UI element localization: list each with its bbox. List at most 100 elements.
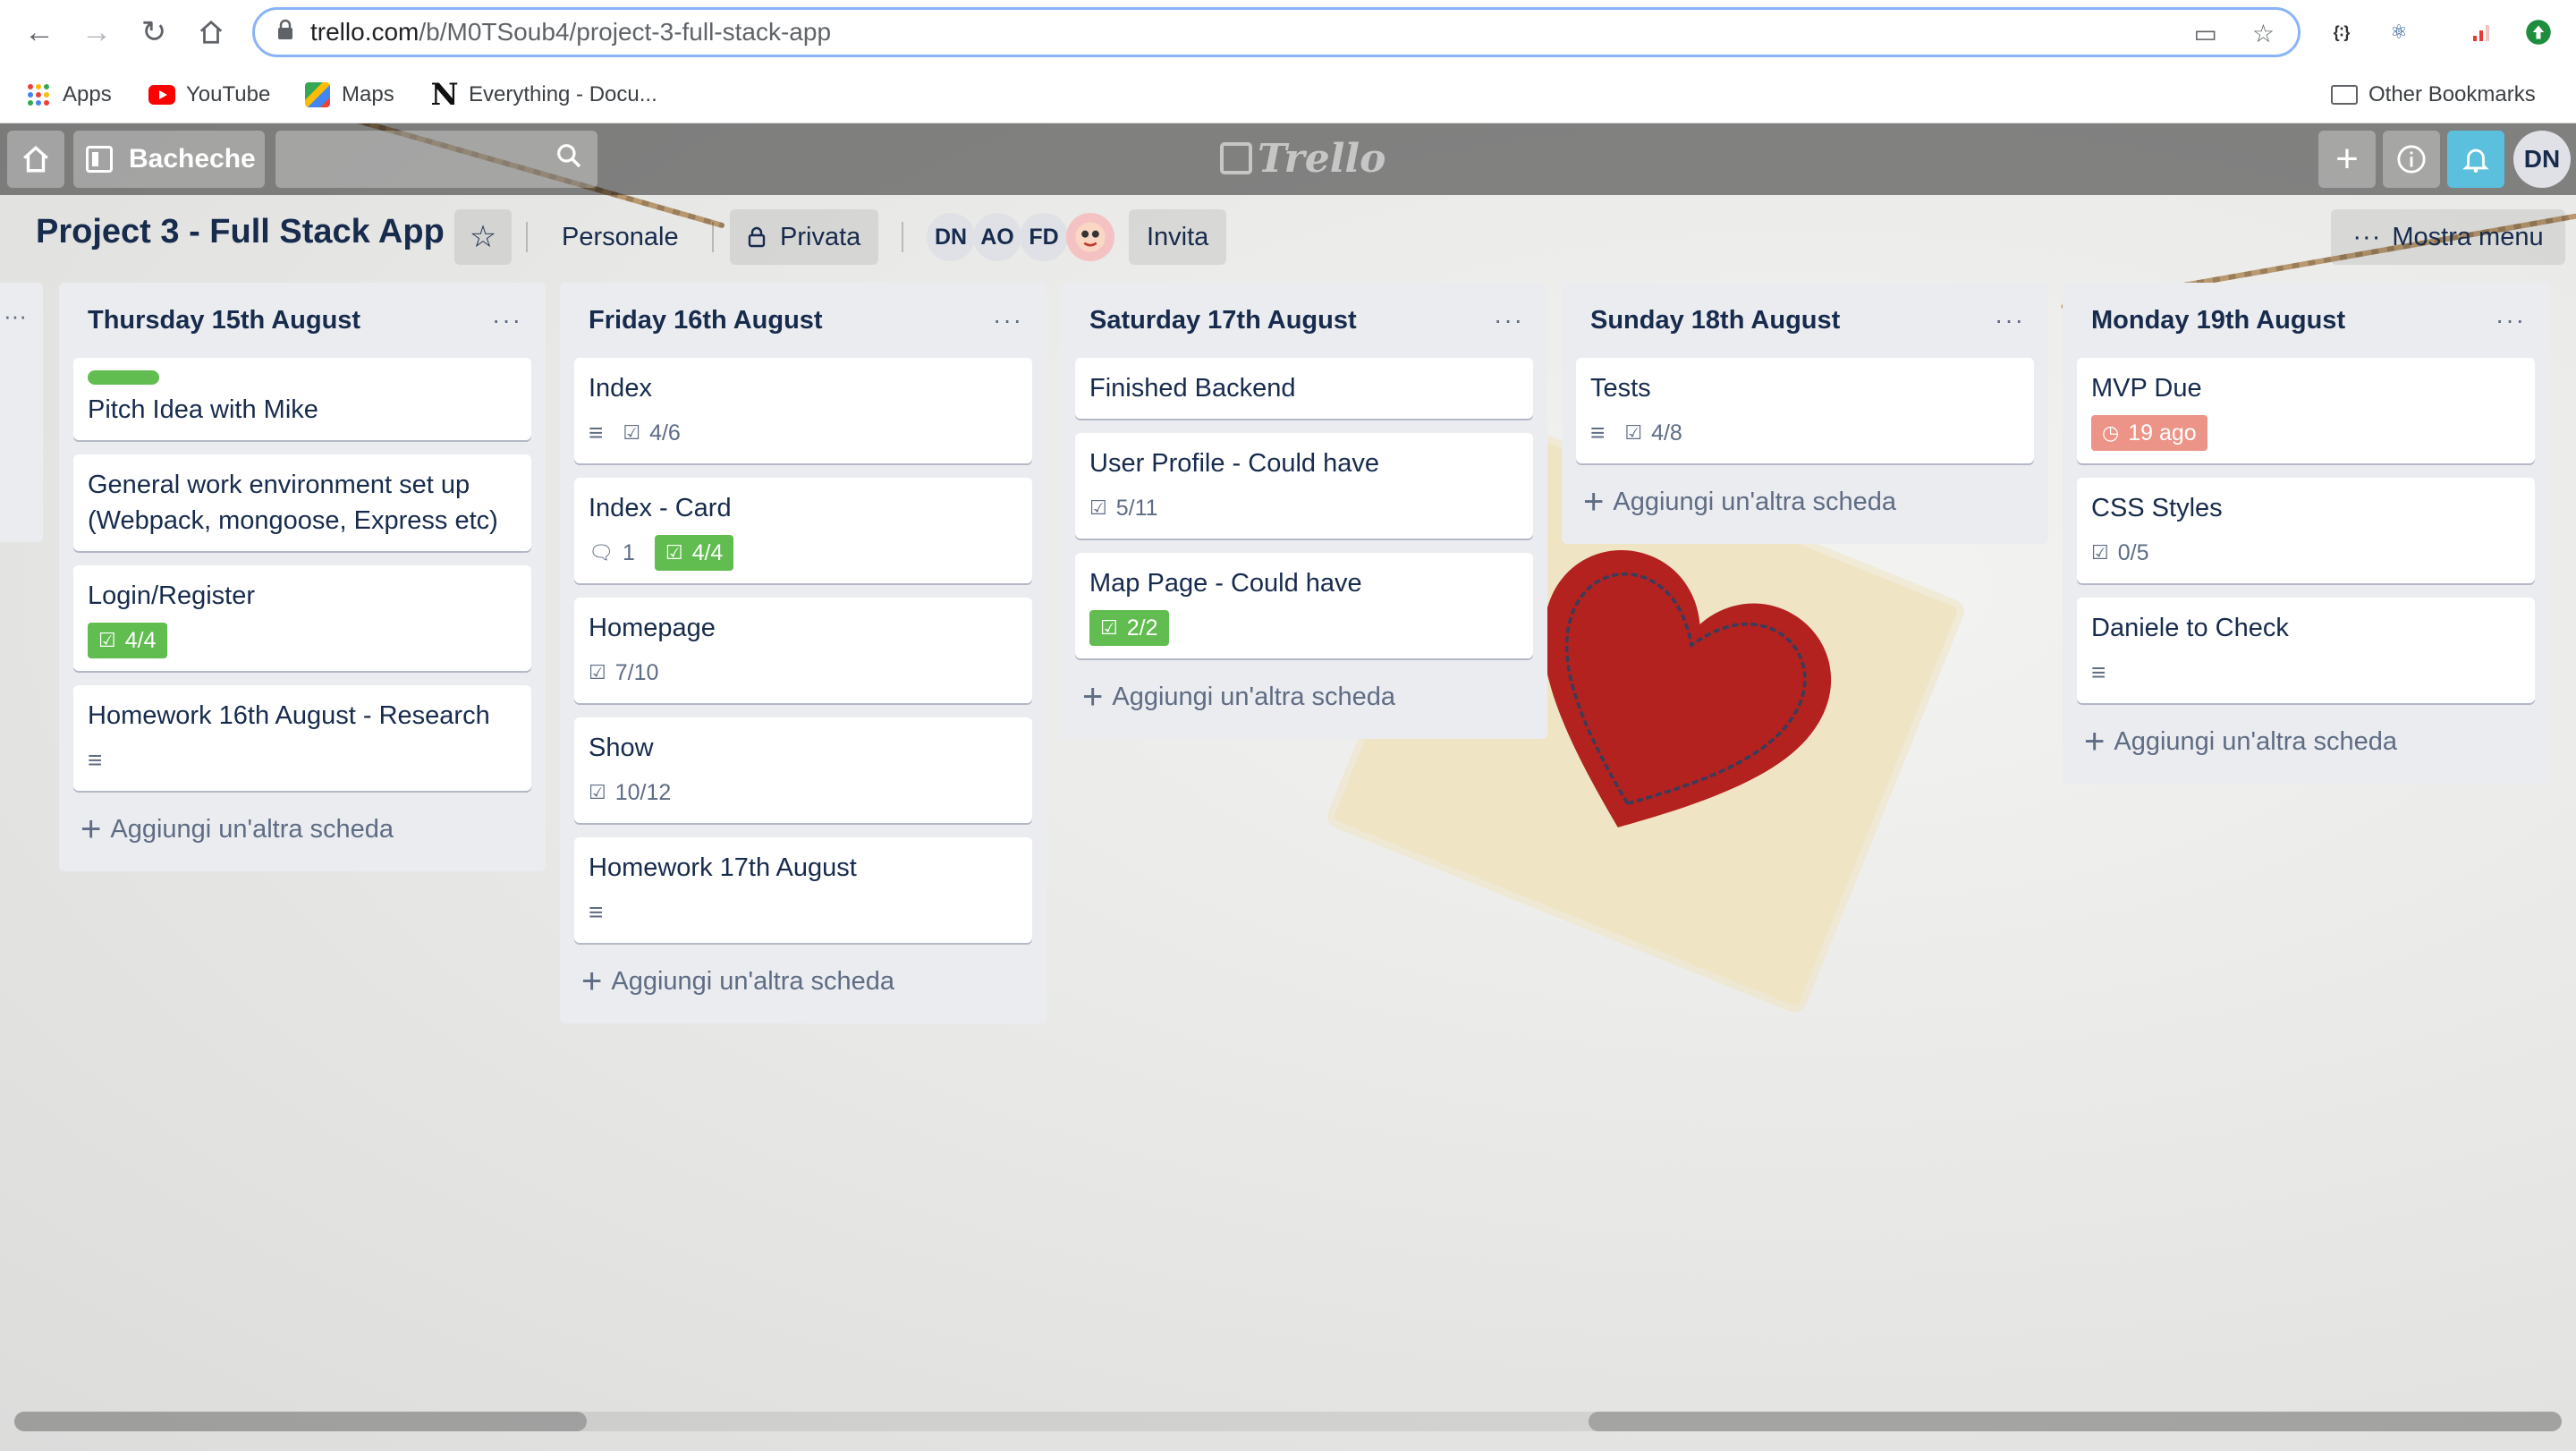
checklist-badge: ☑ 5/11 — [1089, 490, 1158, 526]
list-header[interactable]: Sunday 18th August ··· — [1576, 283, 2034, 358]
card[interactable]: Daniele to Check ≡ — [2077, 598, 2535, 703]
list-header[interactable]: Thursday 15th August ··· — [73, 283, 531, 358]
member-avatar-photo[interactable] — [1066, 213, 1114, 261]
card[interactable]: MVP Due ◷ 19 ago — [2077, 358, 2535, 463]
boards-button[interactable]: Bacheche — [73, 131, 265, 188]
list-menu-icon[interactable]: ··· — [993, 306, 1032, 335]
info-button[interactable] — [2383, 131, 2440, 188]
card[interactable]: Map Page - Could have ☑ 2/2 — [1075, 553, 1533, 658]
address-bar[interactable]: trello.com/b/M0TSoub4/project-3-full-sta… — [252, 7, 2301, 57]
description-icon: ≡ — [589, 419, 604, 446]
horizontal-scrollbar[interactable] — [14, 1412, 2562, 1431]
card-badges: ≡ — [589, 895, 1018, 930]
list-menu-icon[interactable]: ··· — [2496, 306, 2535, 335]
react-devtools-icon[interactable]: ⚛ — [2383, 16, 2415, 48]
checklist-badge: ☑ 4/4 — [654, 535, 734, 571]
card[interactable]: Tests ≡ ☑ 4/8 — [1576, 358, 2034, 463]
star-bookmark-icon[interactable]: ☆ — [2252, 19, 2275, 48]
other-bookmarks-label: Other Bookmarks — [2368, 82, 2536, 106]
back-arrow-icon[interactable]: ← — [20, 13, 59, 52]
list-friday: Friday 16th August ··· Index ≡ ☑ 4/6 Inde… — [560, 283, 1046, 1023]
card[interactable]: Homepage ☑ 7/10 — [574, 598, 1032, 703]
team-button[interactable]: Personale — [544, 209, 697, 265]
maps-icon — [304, 81, 331, 108]
add-card-button[interactable]: + Aggiungi un'altra scheda — [1576, 478, 2034, 526]
stats-extension-icon[interactable] — [2465, 16, 2497, 48]
member-avatar[interactable]: DN — [927, 213, 975, 261]
card-badges: ☑ 10/12 — [589, 775, 1018, 810]
other-bookmarks[interactable]: Other Bookmarks — [2331, 79, 2536, 111]
scrollbar-thumb[interactable] — [14, 1412, 587, 1431]
card-badges: 🗨 1 ☑ 4/4 — [589, 535, 1018, 571]
bookmark-label: Apps — [63, 82, 112, 106]
due-date-badge[interactable]: ◷ 19 ago — [2091, 415, 2207, 451]
cast-icon[interactable]: ▭ — [2194, 19, 2217, 48]
reload-icon[interactable]: ↻ — [134, 13, 174, 52]
bookmark-notion[interactable]: N Everything - Docu... — [430, 77, 657, 113]
show-menu-button[interactable]: ··· Mostra menu — [2331, 209, 2565, 265]
add-card-label: Aggiungi un'altra scheda — [1112, 682, 1396, 711]
card[interactable]: Homework 17th August ≡ — [574, 837, 1032, 943]
list-header[interactable]: Friday 16th August ··· — [574, 283, 1032, 358]
search-input[interactable] — [275, 131, 597, 188]
bookmark-apps[interactable]: Apps — [25, 79, 112, 111]
add-card-button[interactable]: + Aggiungi un'altra scheda — [73, 805, 531, 853]
checkbox-icon: ☑ — [98, 629, 116, 651]
add-card-button[interactable]: + Aggiungi un'altra scheda — [574, 957, 1032, 1006]
visibility-button[interactable]: Privata — [730, 209, 879, 265]
notion-icon: N — [430, 77, 459, 113]
invite-button[interactable]: Invita — [1129, 209, 1227, 265]
update-extension-icon[interactable] — [2522, 16, 2555, 48]
create-button[interactable]: + — [2318, 131, 2376, 188]
checklist-badge: ☑ 4/8 — [1624, 415, 1682, 451]
member-avatar[interactable]: AO — [973, 213, 1021, 261]
list-menu-icon: ··· — [4, 302, 27, 329]
board-header: Project 3 - Full Stack App ☆ Personale P… — [0, 206, 2576, 274]
card[interactable]: Show ☑ 10/12 — [574, 717, 1032, 823]
list-saturday: Saturday 17th August ··· Finished Backen… — [1061, 283, 1547, 739]
list-menu-icon[interactable]: ··· — [492, 306, 531, 335]
divider — [902, 222, 903, 252]
card[interactable]: CSS Styles ☑ 0/5 — [2077, 478, 2535, 583]
card-title: Pitch Idea with Mike — [88, 395, 318, 424]
bookmark-maps[interactable]: Maps — [304, 79, 394, 111]
user-avatar[interactable]: DN — [2513, 131, 2571, 188]
card[interactable]: Index - Card 🗨 1 ☑ 4/4 — [574, 478, 1032, 583]
trello-logo[interactable]: Trello — [1220, 136, 1386, 182]
json-extension-icon[interactable]: {∶} — [2326, 16, 2358, 48]
add-card-button[interactable]: + Aggiungi un'altra scheda — [1075, 673, 1533, 721]
star-board-button[interactable]: ☆ — [454, 209, 512, 265]
add-card-button[interactable]: + Aggiungi un'altra scheda — [2077, 717, 2535, 766]
home-icon[interactable] — [191, 13, 231, 52]
card[interactable]: Login/Register ☑ 4/4 — [73, 565, 531, 671]
card[interactable]: General work environment set up (Webpack… — [73, 454, 531, 551]
list-title: Thursday 15th August — [88, 305, 361, 335]
board-title[interactable]: Project 3 - Full Stack App — [36, 213, 445, 251]
card-label-green[interactable] — [88, 370, 159, 385]
card[interactable]: User Profile - Could have ☑ 5/11 — [1075, 433, 1533, 539]
description-icon: ≡ — [1590, 419, 1606, 446]
card[interactable]: Index ≡ ☑ 4/6 — [574, 358, 1032, 463]
forward-arrow-icon[interactable]: → — [77, 13, 116, 52]
list-header[interactable]: Saturday 17th August ··· — [1075, 283, 1533, 358]
member-avatar[interactable]: FD — [1020, 213, 1068, 261]
list-header[interactable]: Monday 19th August ··· — [2077, 283, 2535, 358]
more-icon: ··· — [2352, 222, 2382, 251]
list-menu-icon[interactable]: ··· — [1494, 306, 1533, 335]
card-badges: ☑ 5/11 — [1089, 490, 1519, 526]
youtube-icon — [148, 81, 175, 108]
bookmark-label: Maps — [342, 82, 394, 106]
bookmarks-bar: Apps YouTube Maps N Everything - Docu...… — [0, 66, 2576, 123]
partial-list[interactable]: ··· — [0, 283, 43, 542]
card[interactable]: Homework 16th August - Research ≡ — [73, 685, 531, 791]
notifications-button[interactable] — [2447, 131, 2504, 188]
trello-header: Bacheche Trello + DN — [0, 123, 2576, 195]
card[interactable]: Pitch Idea with Mike — [73, 358, 531, 440]
card-title: Homework 17th August — [589, 853, 857, 882]
card[interactable]: Finished Backend — [1075, 358, 1533, 419]
home-button[interactable] — [7, 131, 64, 188]
scrollbar-thumb[interactable] — [1589, 1412, 2562, 1431]
checkbox-icon: ☑ — [623, 421, 641, 444]
bookmark-youtube[interactable]: YouTube — [148, 79, 270, 111]
list-menu-icon[interactable]: ··· — [1995, 306, 2034, 335]
